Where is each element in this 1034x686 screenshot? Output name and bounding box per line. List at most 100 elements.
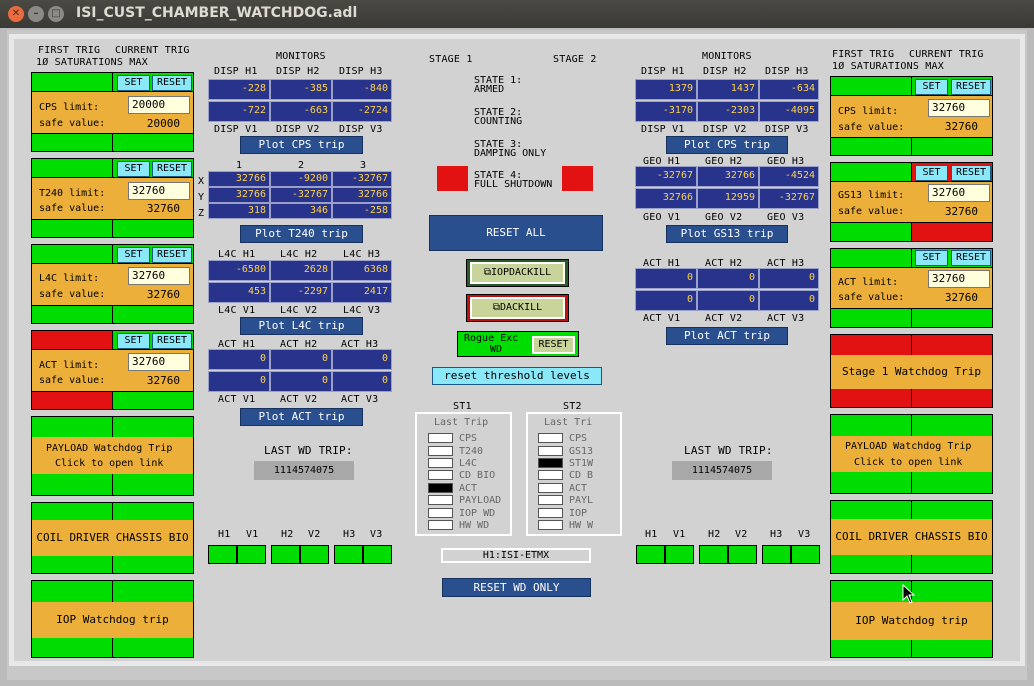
st2-led-v1 [665, 545, 694, 564]
st2-led-h2 [699, 545, 728, 564]
set-button[interactable]: SET [117, 161, 150, 177]
act-limit-input[interactable]: 32760 [128, 353, 190, 371]
st2-act-limit-input[interactable]: 32760 [928, 270, 990, 288]
reset-all-button[interactable]: RESET ALL [429, 215, 603, 251]
st2-plot-act-trip-button[interactable]: Plot ACT trip [666, 327, 788, 345]
st1-act-h3-value: 0 [332, 349, 392, 370]
gs13-limit-input[interactable]: 32760 [928, 184, 990, 202]
reset-button[interactable]: RESET [951, 79, 991, 95]
first-trig-gs13-bottom [830, 222, 912, 242]
set-button[interactable]: SET [117, 247, 150, 263]
rogue-reset-button[interactable]: RESET [532, 336, 575, 354]
set-button[interactable]: SET [915, 165, 948, 181]
l4c-v3-label: L4C V3 [343, 305, 381, 316]
safe-value-label: safe value: [39, 289, 106, 300]
stage2-label: STAGE 2 [553, 54, 597, 65]
st2-first-trig-act-bottom [830, 308, 912, 328]
st2-disp-h3-label: DISP H3 [765, 66, 809, 77]
payload-click-label: Click to open link [55, 458, 164, 469]
t240-col-3: 3 [360, 160, 367, 171]
safe-value-label: safe value: [39, 375, 106, 386]
st2-plot-cps-trip-button[interactable]: Plot CPS trip [666, 136, 788, 154]
dackill-label: DACKILL [499, 302, 543, 313]
st2-act-v2-value: 0 [697, 290, 759, 311]
reset-button[interactable]: RESET [152, 247, 192, 263]
st1-item-iopwd: IOP WD [459, 508, 496, 519]
safe-value-label: safe value: [838, 206, 905, 217]
st1-disp-v3-value: -2724 [332, 101, 392, 122]
current-trig-t240-bottom [112, 219, 194, 238]
state3-text: DAMPING ONLY [474, 148, 547, 159]
st1-disp-h3-value: -840 [332, 79, 392, 100]
st2-current-trig-cps-bottom [911, 137, 993, 156]
close-window-icon[interactable]: ✕ [8, 6, 24, 22]
set-button[interactable]: SET [117, 333, 150, 349]
l4c-limit-input[interactable]: 32760 [128, 267, 190, 285]
left-hdr-first: FIRST TRIG [38, 45, 101, 56]
window-title: ISI_CUST_CHAMBER_WATCHDOG.adl [76, 5, 358, 21]
dackill-button[interactable]: ⧉DACKILL [470, 297, 565, 319]
left-hdr-current: CURRENT TRIG [115, 45, 190, 56]
reset-threshold-button[interactable]: reset threshold levels [432, 367, 602, 385]
set-button[interactable]: SET [117, 75, 150, 91]
st2-cps-limit-input[interactable]: 32760 [928, 99, 990, 117]
st2-hww-indicator [538, 520, 563, 530]
st1-disp-v2-value: -663 [270, 101, 332, 122]
maximize-window-icon[interactable]: □ [48, 6, 64, 22]
reset-button[interactable]: RESET [152, 161, 192, 177]
reset-wd-only-button[interactable]: RESET WD ONLY [442, 578, 591, 597]
reset-button[interactable]: RESET [951, 165, 991, 181]
left-hdr-saturations: 1Ø SATURATIONS MAX [36, 57, 148, 68]
iopdackill-button[interactable]: ⧉IOPDACKILL [470, 262, 565, 284]
l4c-h2-value: 2628 [270, 260, 332, 281]
plot-l4c-trip-button[interactable]: Plot L4C trip [240, 317, 363, 335]
safe-value-label: safe value: [39, 203, 106, 214]
st2-disp-h1-label: DISP H1 [641, 66, 685, 77]
st1-item-t240: T240 [459, 446, 484, 457]
rogue-wd-label: WD [490, 344, 503, 355]
t240-limit-input[interactable]: 32760 [128, 182, 190, 200]
l4c-v2-label: L4C V2 [280, 305, 318, 316]
st1-act-v1-label: ACT V1 [218, 394, 256, 405]
reset-button[interactable]: RESET [951, 250, 991, 266]
title-bar: ✕ – □ ISI_CUST_CHAMBER_WATCHDOG.adl [0, 0, 1034, 28]
st1-l4c-indicator [428, 458, 453, 468]
state1-text: ARMED [474, 84, 505, 95]
set-button[interactable]: SET [915, 250, 948, 266]
t240-z3: -258 [332, 203, 392, 219]
reset-button[interactable]: RESET [152, 333, 192, 349]
minimize-window-icon[interactable]: – [28, 6, 44, 22]
st2-act-v3-label: ACT V3 [767, 313, 805, 324]
first-trig-l4c [31, 244, 113, 264]
iopdackill-label: IOPDACKILL [490, 267, 552, 278]
link-icon: ⧉ [483, 267, 491, 278]
st2-act-h1-value: 0 [635, 268, 697, 289]
plot-act-trip-button[interactable]: Plot ACT trip [240, 408, 363, 426]
st1-disp-h2-label: DISP H2 [276, 66, 320, 77]
geo-h1-value: -32767 [635, 166, 697, 187]
link-icon: ⧉ [492, 302, 500, 313]
st1-label: ST1 [453, 401, 472, 412]
st1-act-v2-value: 0 [270, 371, 332, 392]
st2-act-h2-value: 0 [697, 268, 759, 289]
st2-item-act: ACT [569, 483, 588, 494]
l4c-h3-label: L4C H3 [343, 249, 381, 260]
plot-gs13-trip-button[interactable]: Plot GS13 trip [666, 225, 788, 243]
plot-t240-trip-button[interactable]: Plot T240 trip [240, 225, 363, 243]
st2-disp-h3-value: -634 [759, 79, 819, 100]
t240-col-1: 1 [236, 160, 243, 171]
plot-cps-trip-button[interactable]: Plot CPS trip [240, 136, 363, 154]
geo-h3-value: -4524 [759, 166, 819, 187]
cps-limit-input[interactable]: 20000 [128, 96, 190, 114]
iop-watchdog-label: IOP Watchdog trip [32, 602, 193, 638]
st1-item-hwwd: HW WD [459, 520, 490, 531]
reset-button[interactable]: RESET [152, 75, 192, 91]
st2-payl-indicator [538, 495, 563, 505]
st1-disp-v2-label: DISP V2 [276, 124, 320, 135]
st1-led-h2 [271, 545, 300, 564]
st2-first-trig-cps [830, 76, 912, 96]
stage1-watchdog-trip-label: Stage 1 Watchdog Trip [831, 355, 992, 389]
st1-monitors-label: MONITORS [276, 51, 326, 62]
st2-item-payl: PAYL [569, 495, 594, 506]
set-button[interactable]: SET [915, 79, 948, 95]
